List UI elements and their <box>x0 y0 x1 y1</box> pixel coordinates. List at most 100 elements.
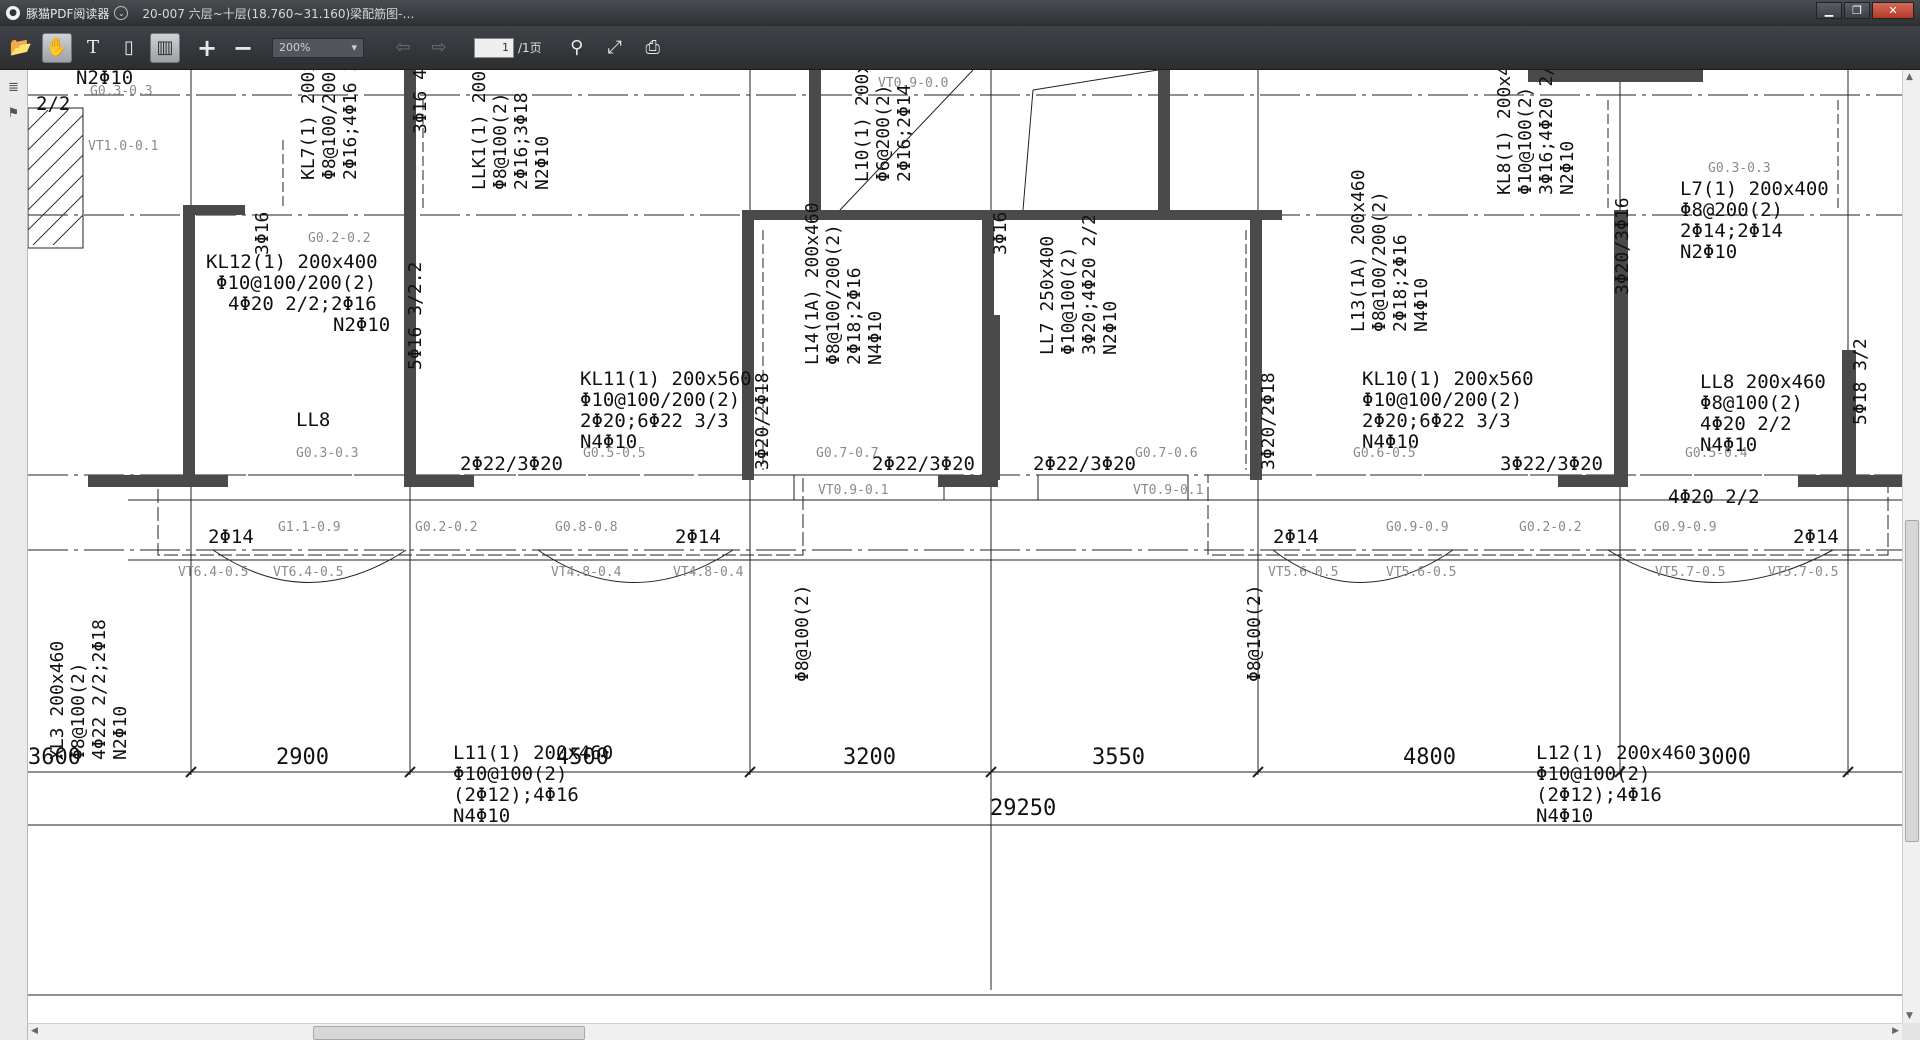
vbeam-line: N2Φ10 <box>532 136 553 190</box>
beam-line: Φ10@100/200(2) <box>1362 389 1522 411</box>
gray-annotation: G0.5-0.4 <box>1685 446 1748 461</box>
misc-label: 4Φ20 2/2 <box>1668 486 1760 508</box>
vbeam-annotation: L13(1A) 200x460Φ8@100/200(2)2Φ18;2Φ16N4Φ… <box>1348 169 1432 332</box>
gray-annotation: VT0.9-0.1 <box>818 483 888 498</box>
vbeam-annotation: L14(1A) 200x460Φ8@100/200(2)2Φ18;2Φ16N4Φ… <box>802 202 886 365</box>
scroll-left-icon[interactable]: ◀ <box>31 1026 38 1036</box>
document-title: 20-007 六层~十层(18.760~31.160)梁配筋图-… <box>142 6 415 21</box>
vbeam-line: Φ10@100(2) <box>1515 87 1536 195</box>
open-file-icon[interactable]: 📂 <box>6 33 36 63</box>
close-button[interactable]: ✕ <box>1872 2 1914 19</box>
vbeam-line: N2Φ10 <box>1100 301 1121 355</box>
minimize-button[interactable]: ▁ <box>1816 2 1842 19</box>
vbeam-line: L10(1) 200x400 <box>852 70 873 182</box>
reinforcement-label: 3Φ22/3Φ20 <box>1500 453 1603 475</box>
zoom-in-icon[interactable]: + <box>192 33 222 63</box>
beam-line: Φ10@100(2) <box>1536 763 1650 785</box>
reinforcement-label: 2Φ14 <box>675 526 721 548</box>
top-text: 2/2 <box>36 93 70 115</box>
next-page-icon[interactable]: ⇨ <box>424 33 454 63</box>
vbeam-line: N4Φ10 <box>865 311 886 365</box>
reinforcement-label: 2Φ22/3Φ20 <box>1033 453 1136 475</box>
gray-annotation: VT1.0-0.1 <box>88 139 158 154</box>
vbeam-line: Φ8@100/200 <box>319 72 340 180</box>
horizontal-scroll-thumb[interactable] <box>313 1026 585 1040</box>
app-logo-icon: ● <box>6 6 20 20</box>
double-page-icon[interactable]: ▥ <box>150 32 180 63</box>
vbeam-annotation: KL8(1) 200x40Φ10@100(2)3Φ16;4Φ20 2/2N2Φ1… <box>1494 70 1578 195</box>
vertical-scrollbar[interactable]: ▲ ▼ <box>1902 70 1920 1023</box>
scroll-right-icon[interactable]: ▶ <box>1892 1026 1899 1036</box>
dimension-label: 4800 <box>1403 745 1456 770</box>
text-select-icon[interactable]: T <box>78 33 108 63</box>
misc-label: Φ8@100(2) <box>1244 584 1265 682</box>
bookmarks-icon[interactable]: ≣ <box>5 78 23 96</box>
beam-line: 4Φ20 2/2 <box>1700 413 1792 435</box>
gray-annotation: G0.2-0.2 <box>1519 520 1582 535</box>
beam-line: (2Φ12);4Φ16 <box>453 784 579 806</box>
misc-label: 5Φ16 3/2.2 <box>405 262 426 370</box>
beam-line: KL12(1) 200x400 <box>206 251 378 273</box>
gray-annotation: G0.9-0.9 <box>1386 520 1449 535</box>
gray-annotation: G0.5-0.5 <box>583 446 646 461</box>
search-icon[interactable]: ⚲ <box>562 33 592 63</box>
misc-label: Φ8@100(2) <box>792 584 813 682</box>
beam-line: KL10(1) 200x560 <box>1362 368 1534 390</box>
gray-annotation: VT5.6-0.5 <box>1386 565 1456 580</box>
vbeam-line: Φ10@100(2) <box>1058 247 1079 355</box>
gray-annotation: G0.9-0.9 <box>1654 520 1717 535</box>
beam-line: 2Φ20;6Φ22 3/3 <box>580 410 729 432</box>
window-controls: ▁ ❐ ✕ <box>1814 2 1914 19</box>
vbeam-annotation: KL7(1) 200xΦ8@100/2002Φ16;4Φ16 2 <box>298 70 361 180</box>
beam-annotation: KL11(1) 200x560 Φ10@100/200(2) 2Φ20;6Φ22 3… <box>580 368 752 453</box>
gray-annotation: VT4.8-0.4 <box>673 565 744 580</box>
beam-line: KL11(1) 200x560 <box>580 368 752 390</box>
app-menu-icon[interactable]: ⌄ <box>114 6 129 20</box>
gray-annotation: G0.7-0.6 <box>1135 446 1198 461</box>
gray-annotation: G0.3-0.3 <box>90 84 153 99</box>
beam-line: N2Φ10 <box>1680 241 1737 263</box>
vbeam-line: KL7(1) 200x <box>298 70 319 180</box>
gray-annotation: VT5.7-0.5 <box>1768 565 1838 580</box>
prev-page-icon[interactable]: ⇦ <box>388 33 418 63</box>
vbeam-line: Φ6@200(2) <box>873 84 894 182</box>
restore-button[interactable]: ❐ <box>1844 2 1870 19</box>
horizontal-scrollbar[interactable]: ◀ ▶ <box>28 1023 1902 1040</box>
gray-annotation: G0.3-0.3 <box>296 446 359 461</box>
document-canvas[interactable]: KL12(1) 200x400 Φ10@100/200(2) 4Φ20 2/2;2Φ… <box>28 70 1902 1023</box>
flag-icon[interactable]: ⚑ <box>5 104 23 122</box>
zoom-out-icon[interactable]: − <box>228 33 258 63</box>
print-icon[interactable]: ⎙ <box>638 33 668 63</box>
vbeam-line: XL3 200x460 <box>47 641 68 760</box>
vbeam-line: 2Φ18;2Φ16 <box>844 267 865 365</box>
scroll-down-icon[interactable]: ▼ <box>1906 1011 1913 1021</box>
side-panel: ≣ ⚑ <box>0 70 28 1040</box>
toolbar: 📂 ✋ T ▯ ▥ + − 200% ▾ ⇦ ⇨ 1 /1页 ⚲ ⤢ ⎙ <box>0 26 1920 70</box>
reinforcement-label: 2Φ22/3Φ20 <box>872 453 975 475</box>
misc-label: 3Φ20/3Φ16 <box>1612 197 1633 295</box>
beam-line: N4Φ10 <box>1536 805 1593 827</box>
scroll-up-icon[interactable]: ▲ <box>1906 72 1913 82</box>
vbeam-line: L13(1A) 200x460 <box>1348 169 1369 332</box>
gray-annotation: VT0.9-0.0 <box>878 76 948 91</box>
gray-annotation: VT6.4-0.5 <box>273 565 343 580</box>
vertical-scroll-thumb[interactable] <box>1905 520 1919 842</box>
beam-annotation: LL8 200x460 Φ8@100(2) 4Φ20 2/2 N4Φ10 <box>1700 371 1826 456</box>
vbeam-line: Φ8@100/200(2) <box>1369 191 1390 332</box>
vbeam-line: 2Φ16;2Φ14 <box>894 84 915 182</box>
hand-tool-icon[interactable]: ✋ <box>42 32 72 63</box>
zoom-select[interactable]: 200% ▾ <box>272 37 364 58</box>
scroll-corner <box>1902 1023 1920 1040</box>
gray-annotation: G0.8-0.8 <box>555 520 618 535</box>
misc-label: 3Φ20/2Φ18 <box>752 372 773 470</box>
reinforcement-label: 2Φ22/3Φ20 <box>460 453 563 475</box>
chevron-down-icon: ▾ <box>351 41 357 54</box>
single-page-icon[interactable]: ▯ <box>114 33 144 63</box>
fit-page-icon[interactable]: ⤢ <box>600 33 630 63</box>
dimension-label: 2900 <box>276 745 329 770</box>
vbeam-line: Φ8@100(2) <box>68 662 89 760</box>
misc-label: 3Φ16 <box>990 212 1011 255</box>
page-number-input[interactable]: 1 <box>474 37 514 58</box>
zoom-value: 200% <box>279 41 311 54</box>
beam-line: L7(1) 200x400 <box>1680 178 1829 200</box>
